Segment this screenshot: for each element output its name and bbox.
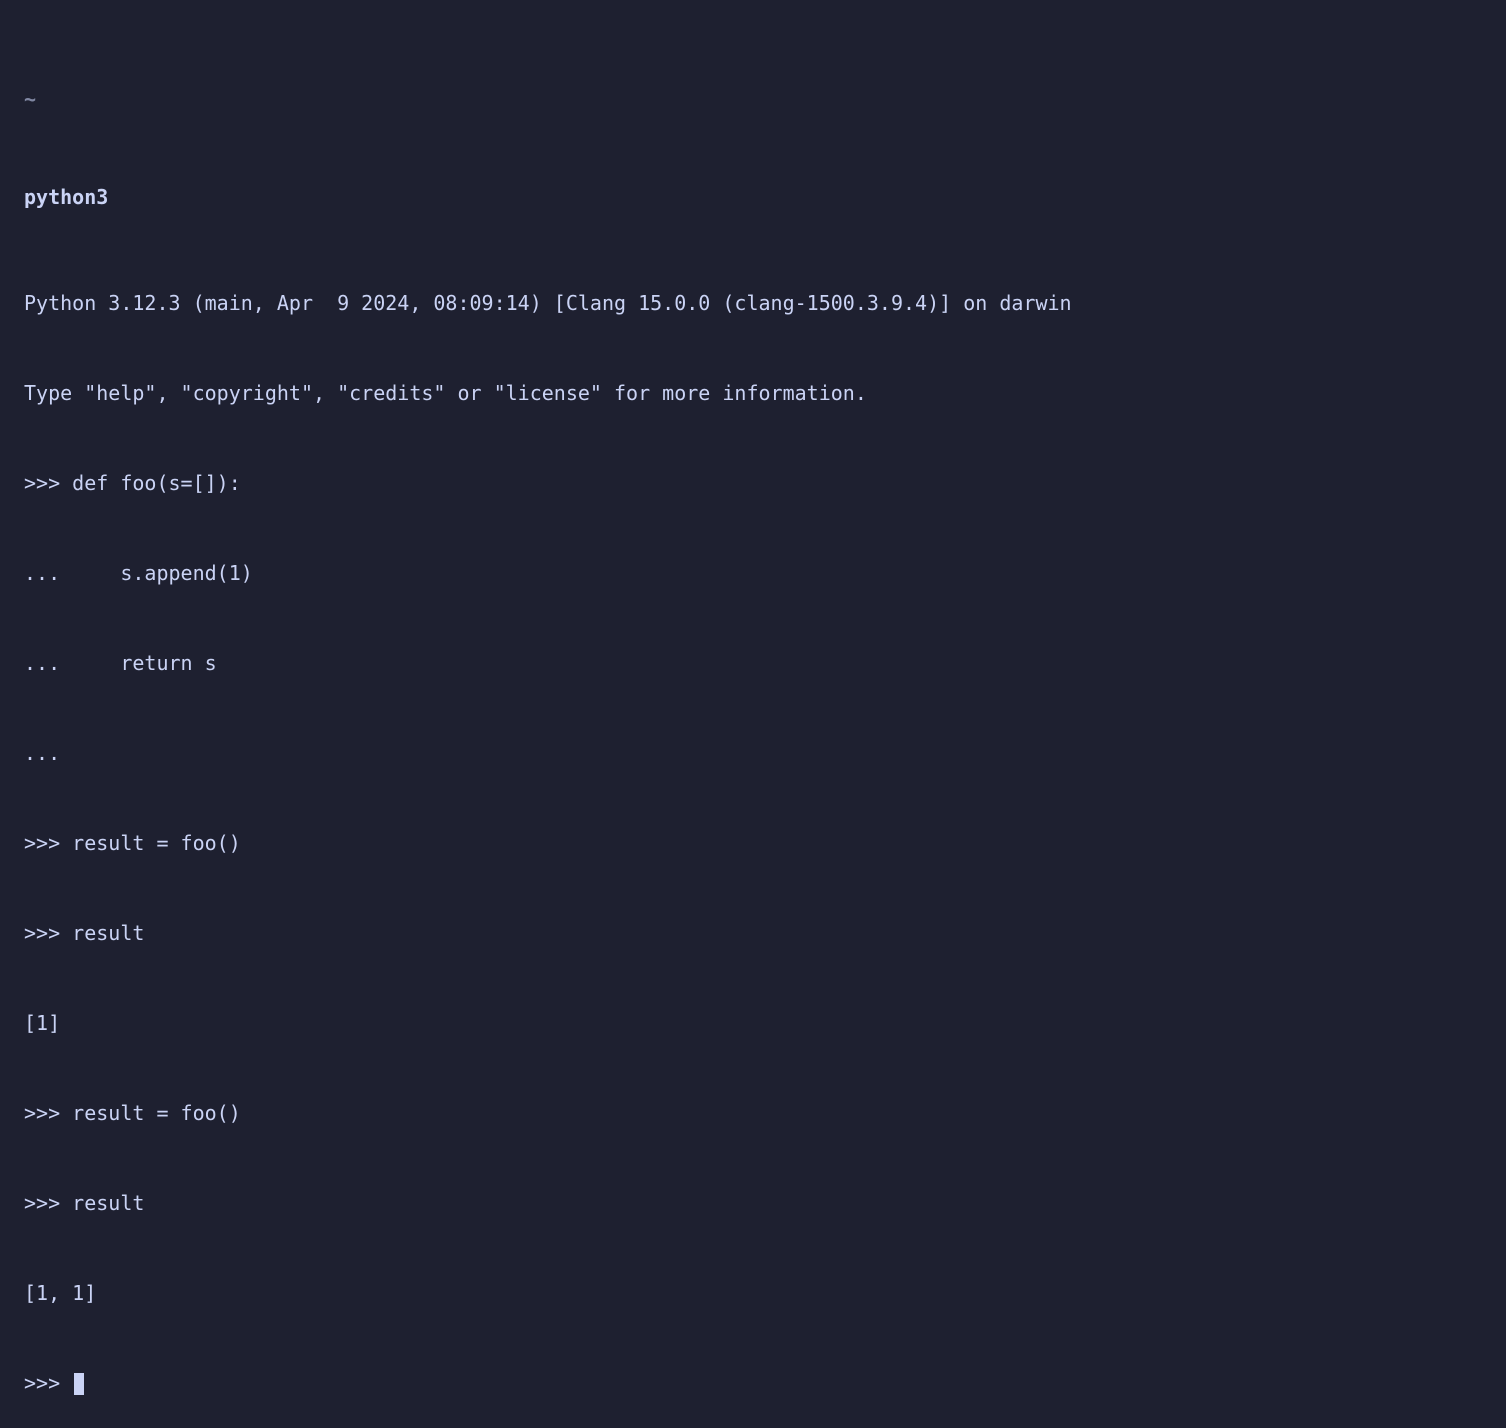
cursor-icon — [74, 1373, 84, 1395]
shell-prompt-path: ~ — [24, 84, 1482, 114]
repl-line: [1] — [24, 1008, 1482, 1038]
repl-line: >>> result = foo() — [24, 1098, 1482, 1128]
repl-line: >>> result — [24, 1188, 1482, 1218]
repl-current-prompt[interactable]: >>> — [24, 1368, 1482, 1398]
repl-prompt-text: >>> — [24, 1371, 72, 1395]
repl-line: >>> result = foo() — [24, 828, 1482, 858]
repl-line: >>> def foo(s=[]): — [24, 468, 1482, 498]
python-banner-version: Python 3.12.3 (main, Apr 9 2024, 08:09:1… — [24, 288, 1482, 318]
repl-line: >>> result — [24, 918, 1482, 948]
repl-line: ... s.append(1) — [24, 558, 1482, 588]
shell-command: python3 — [24, 182, 1482, 212]
terminal-window[interactable]: ~ python3 Python 3.12.3 (main, Apr 9 202… — [24, 24, 1482, 1428]
repl-line: ... — [24, 738, 1482, 768]
repl-line: [1, 1] — [24, 1278, 1482, 1308]
repl-line: ... return s — [24, 648, 1482, 678]
python-banner-help: Type "help", "copyright", "credits" or "… — [24, 378, 1482, 408]
